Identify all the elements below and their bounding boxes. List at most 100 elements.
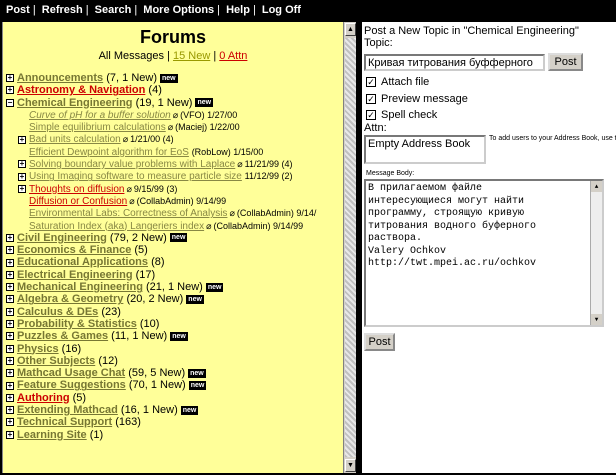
- expand-icon[interactable]: +: [6, 356, 14, 365]
- expand-icon[interactable]: +: [6, 406, 14, 415]
- spell-check-checkbox[interactable]: ✓ Spell check: [366, 109, 437, 121]
- expand-icon[interactable]: +: [6, 430, 14, 439]
- topic-row[interactable]: + Solving boundary value problems with La…: [3, 158, 343, 170]
- expand-icon[interactable]: +: [18, 160, 26, 169]
- expand-icon[interactable]: +: [6, 283, 14, 292]
- expand-icon[interactable]: +: [6, 270, 14, 279]
- forum-category-row[interactable]: + Other Subjects (12): [3, 355, 343, 367]
- forum-category-row[interactable]: + Probability & Statistics (10): [3, 318, 343, 330]
- forum-category-row[interactable]: + Extending Mathcad (16, 1 New) new: [3, 404, 343, 416]
- preview-message-checkbox[interactable]: ✓ Preview message: [366, 93, 468, 105]
- expand-icon[interactable]: +: [6, 344, 14, 353]
- forum-category-link[interactable]: Electrical Engineering: [17, 269, 133, 281]
- message-body-textarea[interactable]: В прилагаемом файле интересующиеся могут …: [364, 179, 604, 327]
- topic-row[interactable]: Environmental Labs: Correctness of Analy…: [3, 207, 343, 219]
- forum-category-row[interactable]: + Mechanical Engineering (21, 1 New) new: [3, 281, 343, 293]
- forum-category-row[interactable]: + Mathcad Usage Chat (59, 5 New) new: [3, 367, 343, 379]
- forum-category-row[interactable]: − Chemical Engineering (19, 1 New) new: [3, 97, 343, 109]
- expand-icon[interactable]: +: [6, 258, 14, 267]
- forum-category-row[interactable]: + Civil Engineering (79, 2 New) new: [3, 232, 343, 244]
- forum-category-row[interactable]: + Physics (16): [3, 343, 343, 355]
- forum-category-link[interactable]: Physics: [17, 343, 59, 355]
- topic-link[interactable]: Diffusion or Confusion: [29, 196, 127, 207]
- menu-post[interactable]: Post: [6, 4, 30, 16]
- forum-category-link[interactable]: Algebra & Geometry: [17, 293, 123, 305]
- menu-more-options[interactable]: More Options: [143, 4, 214, 16]
- forum-category-link[interactable]: Chemical Engineering: [17, 97, 133, 109]
- forum-category-row[interactable]: + Technical Support (163): [3, 416, 343, 428]
- menu-log-off[interactable]: Log Off: [262, 4, 301, 16]
- topic-row[interactable]: + Thoughts on diffusion ⌀ 9/15/99 (3): [3, 183, 343, 195]
- scroll-thumb[interactable]: [345, 38, 356, 457]
- post-button-top[interactable]: Post: [548, 53, 583, 71]
- forum-category-link[interactable]: Extending Mathcad: [17, 404, 118, 416]
- forum-category-row[interactable]: + Algebra & Geometry (20, 2 New) new: [3, 293, 343, 305]
- expand-icon[interactable]: +: [6, 74, 14, 83]
- expand-icon[interactable]: +: [6, 307, 14, 316]
- expand-icon[interactable]: +: [18, 135, 26, 144]
- expand-icon[interactable]: +: [6, 246, 14, 255]
- forum-category-link[interactable]: Economics & Finance: [17, 244, 131, 256]
- forum-category-row[interactable]: + Educational Applications (8): [3, 256, 343, 268]
- attach-file-checkbox[interactable]: ✓ Attach file: [366, 76, 429, 88]
- expand-icon[interactable]: +: [6, 393, 14, 402]
- forum-category-link[interactable]: Other Subjects: [17, 355, 95, 367]
- topic-link[interactable]: Efficient Dewpoint algorithm for EoS: [29, 147, 189, 158]
- forum-category-row[interactable]: + Electrical Engineering (17): [3, 269, 343, 281]
- forum-category-row[interactable]: + Puzzles & Games (11, 1 New) new: [3, 330, 343, 342]
- expand-icon[interactable]: +: [6, 418, 14, 427]
- forum-category-row[interactable]: + Announcements (7, 1 New) new: [3, 72, 343, 84]
- topic-row[interactable]: + Bad units calculation ⌀ 1/21/00 (4): [3, 133, 343, 145]
- expand-icon[interactable]: +: [6, 86, 14, 95]
- forum-category-link[interactable]: Puzzles & Games: [17, 330, 108, 342]
- topic-row[interactable]: + Using Imaging software to measure parti…: [3, 170, 343, 182]
- forum-category-link[interactable]: Announcements: [17, 72, 103, 84]
- topic-row[interactable]: Simple equilibrium calculations ⌀ (Maciej)…: [3, 121, 343, 133]
- topic-link[interactable]: Bad units calculation: [29, 134, 121, 145]
- attn-address-list[interactable]: Empty Address Book: [364, 135, 486, 164]
- attn-messages-link[interactable]: 0 Attn: [219, 50, 247, 62]
- expand-icon[interactable]: +: [6, 295, 14, 304]
- forum-category-link[interactable]: Educational Applications: [17, 256, 148, 268]
- forums-scrollbar[interactable]: ▲ ▼: [343, 22, 356, 473]
- topic-link[interactable]: Saturation Index (aka) Langeriers index: [29, 221, 204, 232]
- forum-category-link[interactable]: Mathcad Usage Chat: [17, 367, 125, 379]
- topic-link[interactable]: Environmental Labs: Correctness of Analy…: [29, 208, 227, 219]
- forum-category-link[interactable]: Calculus & DEs: [17, 306, 98, 318]
- topic-link[interactable]: Thoughts on diffusion: [29, 184, 124, 195]
- expand-icon[interactable]: +: [6, 369, 14, 378]
- forum-category-link[interactable]: Technical Support: [17, 416, 112, 428]
- expand-icon[interactable]: +: [6, 233, 14, 242]
- forum-category-link[interactable]: Feature Suggestions: [17, 379, 126, 391]
- forum-category-row[interactable]: + Learning Site (1): [3, 429, 343, 441]
- post-button-bottom[interactable]: Post: [364, 333, 395, 351]
- topic-row[interactable]: Saturation Index (aka) Langeriers index ⌀…: [3, 220, 343, 232]
- scroll-up-icon[interactable]: ▲: [345, 23, 356, 36]
- checkbox-checked-icon[interactable]: ✓: [366, 110, 376, 121]
- checkbox-checked-icon[interactable]: ✓: [366, 77, 376, 88]
- forum-category-row[interactable]: + Calculus & DEs (23): [3, 306, 343, 318]
- topic-link[interactable]: Solving boundary value problems with Lap…: [29, 159, 235, 170]
- scroll-down-icon[interactable]: ▼: [345, 459, 356, 472]
- topic-link[interactable]: Using Imaging software to measure partic…: [29, 171, 242, 182]
- forum-category-link[interactable]: Probability & Statistics: [17, 318, 137, 330]
- expand-icon[interactable]: +: [6, 381, 14, 390]
- topic-input[interactable]: Кривая титрования буфферного: [364, 54, 545, 71]
- topic-row[interactable]: Curve of pH for a buffer solution ⌀ (VFO) …: [3, 109, 343, 121]
- topic-row[interactable]: Efficient Dewpoint algorithm for EoS (Ro…: [3, 146, 343, 158]
- scroll-down-icon[interactable]: ▼: [591, 314, 602, 325]
- forum-category-row[interactable]: + Astronomy & Navigation (4): [3, 84, 343, 96]
- topic-row[interactable]: Diffusion or Confusion ⌀ (CollabAdmin) 9/1…: [3, 195, 343, 207]
- message-scrollbar[interactable]: ▲ ▼: [590, 181, 602, 325]
- forum-category-row[interactable]: + Authoring (5): [3, 392, 343, 404]
- new-messages-link[interactable]: 15 New: [173, 50, 210, 62]
- menu-help[interactable]: Help: [226, 4, 250, 16]
- expand-icon[interactable]: +: [6, 320, 14, 329]
- forum-category-link[interactable]: Authoring: [17, 392, 70, 404]
- topic-link[interactable]: Curve of pH for a buffer solution: [29, 110, 171, 121]
- menu-refresh[interactable]: Refresh: [42, 4, 83, 16]
- topic-link[interactable]: Simple equilibrium calculations: [29, 122, 166, 133]
- forum-category-row[interactable]: + Economics & Finance (5): [3, 244, 343, 256]
- scroll-up-icon[interactable]: ▲: [591, 181, 602, 192]
- forum-category-link[interactable]: Civil Engineering: [17, 232, 107, 244]
